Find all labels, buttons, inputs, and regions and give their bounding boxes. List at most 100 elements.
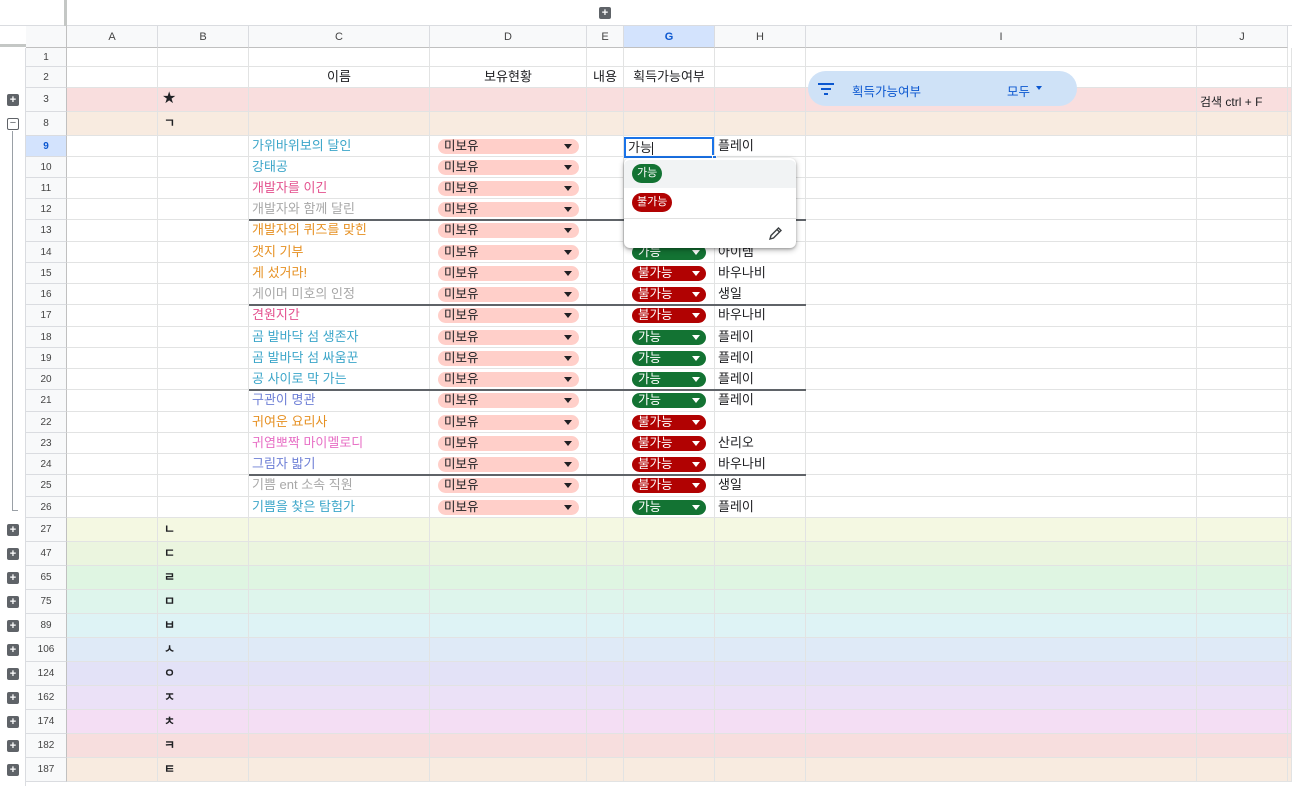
expand-group-icon[interactable]: +: [7, 740, 19, 752]
cell[interactable]: [249, 758, 430, 781]
cell[interactable]: [715, 590, 806, 613]
cell[interactable]: [1197, 284, 1288, 304]
cell[interactable]: [715, 734, 806, 757]
cell[interactable]: [587, 369, 624, 389]
cell[interactable]: [587, 454, 624, 474]
cell[interactable]: [1197, 454, 1288, 474]
row-header[interactable]: 174: [26, 710, 67, 734]
row-header[interactable]: 21: [26, 390, 67, 412]
cell[interactable]: [430, 112, 587, 135]
column-header-j[interactable]: J: [1197, 26, 1288, 48]
cell[interactable]: [587, 542, 624, 565]
cell[interactable]: [1197, 157, 1288, 177]
cell[interactable]: 바우나비: [715, 454, 806, 474]
owned-status-dropdown[interactable]: 미보유: [438, 500, 579, 515]
cell[interactable]: [587, 590, 624, 613]
cell[interactable]: [587, 614, 624, 637]
cell[interactable]: [1197, 220, 1288, 241]
cell[interactable]: [587, 710, 624, 733]
row-header[interactable]: 2: [26, 67, 67, 88]
cell[interactable]: 생일: [715, 284, 806, 304]
cell[interactable]: ★: [158, 88, 249, 111]
cell[interactable]: [67, 369, 158, 389]
cell[interactable]: [1197, 369, 1288, 389]
cell[interactable]: [1197, 199, 1288, 219]
cell[interactable]: [806, 590, 1197, 613]
row-header[interactable]: 187: [26, 758, 67, 782]
cell[interactable]: 개발자를 이긴: [249, 178, 430, 198]
cell[interactable]: 미보유: [430, 390, 587, 411]
cell[interactable]: [624, 638, 715, 661]
cell[interactable]: [67, 758, 158, 781]
pencil-icon[interactable]: [768, 226, 783, 241]
cell[interactable]: [715, 542, 806, 565]
cell[interactable]: [1288, 497, 1292, 517]
cell[interactable]: [1288, 327, 1292, 347]
cell[interactable]: [715, 518, 806, 541]
cell[interactable]: [806, 454, 1197, 474]
expand-group-icon[interactable]: +: [7, 524, 19, 536]
cell[interactable]: [806, 758, 1197, 781]
cell[interactable]: 가능: [624, 348, 715, 368]
cell[interactable]: [1288, 369, 1292, 389]
cell[interactable]: [587, 390, 624, 411]
cell[interactable]: ㄹ: [158, 566, 249, 589]
cell[interactable]: [806, 263, 1197, 283]
cell[interactable]: [806, 242, 1197, 262]
cell[interactable]: 불가능: [624, 475, 715, 496]
cell[interactable]: [1197, 412, 1288, 432]
cell[interactable]: [806, 348, 1197, 368]
cell[interactable]: [806, 369, 1197, 389]
cell[interactable]: [587, 157, 624, 177]
cell[interactable]: [587, 178, 624, 198]
row-header[interactable]: 22: [26, 412, 67, 433]
cell[interactable]: [158, 284, 249, 304]
cell[interactable]: [715, 412, 806, 432]
cell[interactable]: [806, 327, 1197, 347]
row-header[interactable]: 20: [26, 369, 67, 390]
cell[interactable]: [67, 48, 158, 66]
cell[interactable]: [624, 566, 715, 589]
cell[interactable]: [806, 542, 1197, 565]
cell[interactable]: [158, 390, 249, 411]
cell[interactable]: [67, 327, 158, 347]
cell[interactable]: 귀염뽀짝 마이멜로디: [249, 433, 430, 453]
cell[interactable]: 가능: [624, 497, 715, 517]
cell[interactable]: [806, 710, 1197, 733]
cell[interactable]: [624, 88, 715, 111]
cell[interactable]: 그림자 밟기: [249, 454, 430, 474]
cell[interactable]: 곰 발바닥 섬 싸움꾼: [249, 348, 430, 368]
filter-value[interactable]: 모두: [1007, 81, 1030, 100]
cell[interactable]: [806, 497, 1197, 517]
owned-status-dropdown[interactable]: 미보유: [438, 478, 579, 493]
cell[interactable]: [1288, 48, 1292, 66]
cell[interactable]: 게 섰거라!: [249, 263, 430, 283]
cell[interactable]: ㅇ: [158, 662, 249, 685]
cell[interactable]: [1197, 590, 1288, 613]
cell[interactable]: [430, 88, 587, 111]
row-header[interactable]: 106: [26, 638, 67, 662]
cell[interactable]: 보유현황: [430, 67, 587, 87]
cell[interactable]: [715, 710, 806, 733]
cell[interactable]: [715, 67, 806, 87]
cell[interactable]: 가위바위보의 달인: [249, 136, 430, 156]
cell[interactable]: [1288, 284, 1292, 304]
cell[interactable]: [624, 112, 715, 135]
cell[interactable]: [158, 263, 249, 283]
cell[interactable]: [806, 136, 1197, 156]
obtainable-status-dropdown[interactable]: 가능: [632, 372, 706, 387]
cell[interactable]: 미보유: [430, 305, 587, 326]
cell[interactable]: [67, 136, 158, 156]
cell[interactable]: [1288, 454, 1292, 474]
cell[interactable]: [67, 242, 158, 262]
cell[interactable]: [430, 686, 587, 709]
cell[interactable]: [587, 242, 624, 262]
cell[interactable]: [587, 497, 624, 517]
cell[interactable]: [158, 305, 249, 326]
cell[interactable]: [67, 112, 158, 135]
owned-status-dropdown[interactable]: 미보유: [438, 415, 579, 430]
cell[interactable]: ㅂ: [158, 614, 249, 637]
cell[interactable]: 불가능: [624, 433, 715, 453]
cell[interactable]: [715, 88, 806, 111]
cell[interactable]: [1288, 67, 1292, 87]
